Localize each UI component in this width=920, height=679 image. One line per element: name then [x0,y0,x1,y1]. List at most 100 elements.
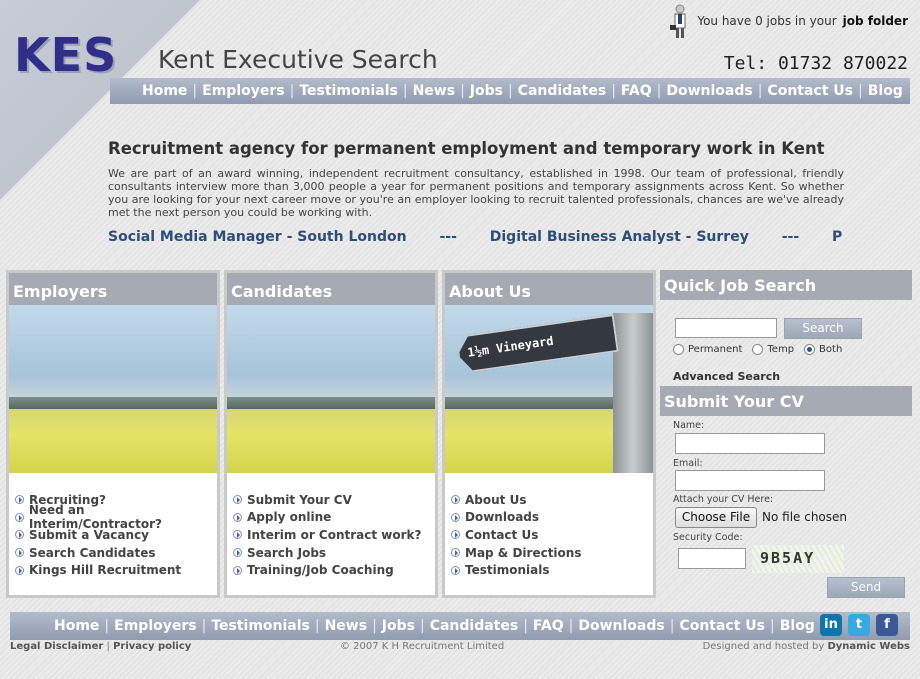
advanced-search-link[interactable]: Advanced Search [673,370,780,383]
choose-file-button[interactable]: Choose File [675,507,757,528]
nav-blog[interactable]: Blog [868,83,903,99]
arrow-icon [15,548,24,558]
send-button[interactable]: Send [827,577,905,598]
panel-title: About Us [445,273,653,305]
privacy-policy-link[interactable]: Privacy policy [113,641,191,652]
link-label[interactable]: Contact Us [465,528,538,542]
arrow-icon [233,530,242,540]
ticker-job-link[interactable]: PR Ac [832,229,842,245]
kes-logo[interactable]: KES [14,28,117,82]
nav-downloads[interactable]: Downloads [578,618,664,634]
name-label: Name: [673,420,705,431]
nav-home[interactable]: Home [54,618,99,634]
file-status: No file chosen [762,510,848,524]
radio-permanent[interactable] [673,344,684,355]
email-label: Email: [673,458,703,469]
about-us-panel: About Us 1½m Vineyard About Us Downloads… [442,270,656,598]
twitter-icon[interactable]: t [848,614,870,636]
ticker-job-link[interactable]: Social Media Manager - South London [108,229,407,245]
field-image [227,305,435,473]
job-folder-text: You have 0 jobs in your [697,14,837,28]
candidates-panel: Candidates Submit Your CV Apply online I… [224,270,438,598]
nav-faq[interactable]: FAQ [621,83,652,99]
quick-job-search-title: Quick Job Search [660,270,912,300]
about-links: About Us Downloads Contact Us Map & Dire… [445,473,653,579]
security-code-field[interactable] [678,548,746,569]
nav-testimonials[interactable]: Testimonials [211,618,310,634]
list-item[interactable]: Map & Directions [451,544,653,562]
employers-links: Recruiting? Need an Interim/Contractor? … [9,473,217,579]
nav-downloads[interactable]: Downloads [666,83,752,99]
list-item[interactable]: Training/Job Coaching [233,561,435,579]
arrow-icon [233,565,242,575]
link-label[interactable]: Map & Directions [465,546,581,560]
job-folder-link[interactable]: job folder [843,14,908,28]
nav-testimonials[interactable]: Testimonials [299,83,398,99]
legal-disclaimer-link[interactable]: Legal Disclaimer [10,641,103,652]
link-label[interactable]: Testimonials [465,563,549,577]
link-label[interactable]: Search Jobs [247,546,326,560]
link-label[interactable]: Training/Job Coaching [247,563,394,577]
list-item[interactable]: Contact Us [451,526,653,544]
captcha-image: 9B5AY [752,545,844,573]
security-code-label: Security Code: [673,532,743,543]
linkedin-icon[interactable]: in [820,614,842,636]
job-ticker: Social Media Manager - South London --- … [108,229,842,249]
link-label[interactable]: Interim or Contract work? [247,528,422,542]
name-field[interactable] [675,433,825,454]
link-label[interactable]: Search Candidates [29,546,156,560]
link-label[interactable]: Submit Your CV [247,493,352,507]
list-item[interactable]: Kings Hill Recruitment [15,561,217,579]
radio-label: Permanent [688,344,743,355]
list-item[interactable]: Testimonials [451,561,653,579]
link-label[interactable]: Submit a Vacancy [29,528,149,542]
nav-jobs[interactable]: Jobs [470,83,503,99]
list-item[interactable]: Need an Interim/Contractor? [15,503,217,531]
designer-credit: Designed and hosted by Dynamic Webs [703,641,910,652]
signpost-image: 1½m Vineyard [445,305,653,473]
search-button[interactable]: Search [784,318,862,339]
list-item[interactable]: Submit Your CV [233,491,435,509]
nav-candidates[interactable]: Candidates [518,83,607,99]
designer-link[interactable]: Dynamic Webs [827,641,910,652]
link-label[interactable]: Kings Hill Recruitment [29,563,181,577]
page: KES Kent Executive Search Tel: 01732 870… [0,0,920,679]
nav-contact-us[interactable]: Contact Us [767,83,853,99]
ticker-separator: --- [439,229,457,245]
ticker-separator: --- [781,229,800,245]
job-folder[interactable]: You have 0 jobs in your job folder [669,3,908,39]
list-item[interactable]: About Us [451,491,653,509]
arrow-icon [451,512,460,522]
field-image [9,305,217,473]
search-input[interactable] [675,318,777,338]
email-field[interactable] [675,470,825,491]
top-navigation: Home | Employers | Testimonials | News | Job… [110,78,910,104]
arrow-icon [451,495,460,505]
arrow-icon [15,512,24,522]
footer-legal: Legal Disclaimer | Privacy policy [10,641,192,652]
nav-home[interactable]: Home [142,83,187,99]
intro-text: We are part of an award winning, indepen… [108,167,844,219]
facebook-icon[interactable]: f [876,614,898,636]
list-item[interactable]: Interim or Contract work? [233,526,435,544]
link-label[interactable]: About Us [465,493,526,507]
nav-blog[interactable]: Blog [780,618,815,634]
list-item[interactable]: Search Candidates [15,544,217,562]
nav-candidates[interactable]: Candidates [430,618,519,634]
nav-employers[interactable]: Employers [202,83,284,99]
list-item[interactable]: Apply online [233,509,435,527]
radio-both[interactable] [804,344,816,355]
nav-contact-us[interactable]: Contact Us [679,618,765,634]
nav-jobs[interactable]: Jobs [382,618,415,634]
list-item[interactable]: Downloads [451,509,653,527]
nav-news[interactable]: News [325,618,367,634]
ticker-job-link[interactable]: Digital Business Analyst - Surrey [490,229,749,245]
nav-faq[interactable]: FAQ [533,618,564,634]
link-label[interactable]: Apply online [247,510,331,524]
nav-news[interactable]: News [413,83,455,99]
link-label[interactable]: Downloads [465,510,539,524]
nav-employers[interactable]: Employers [114,618,196,634]
radio-temp[interactable] [752,344,764,355]
list-item[interactable]: Search Jobs [233,544,435,562]
arrow-icon [451,548,460,558]
